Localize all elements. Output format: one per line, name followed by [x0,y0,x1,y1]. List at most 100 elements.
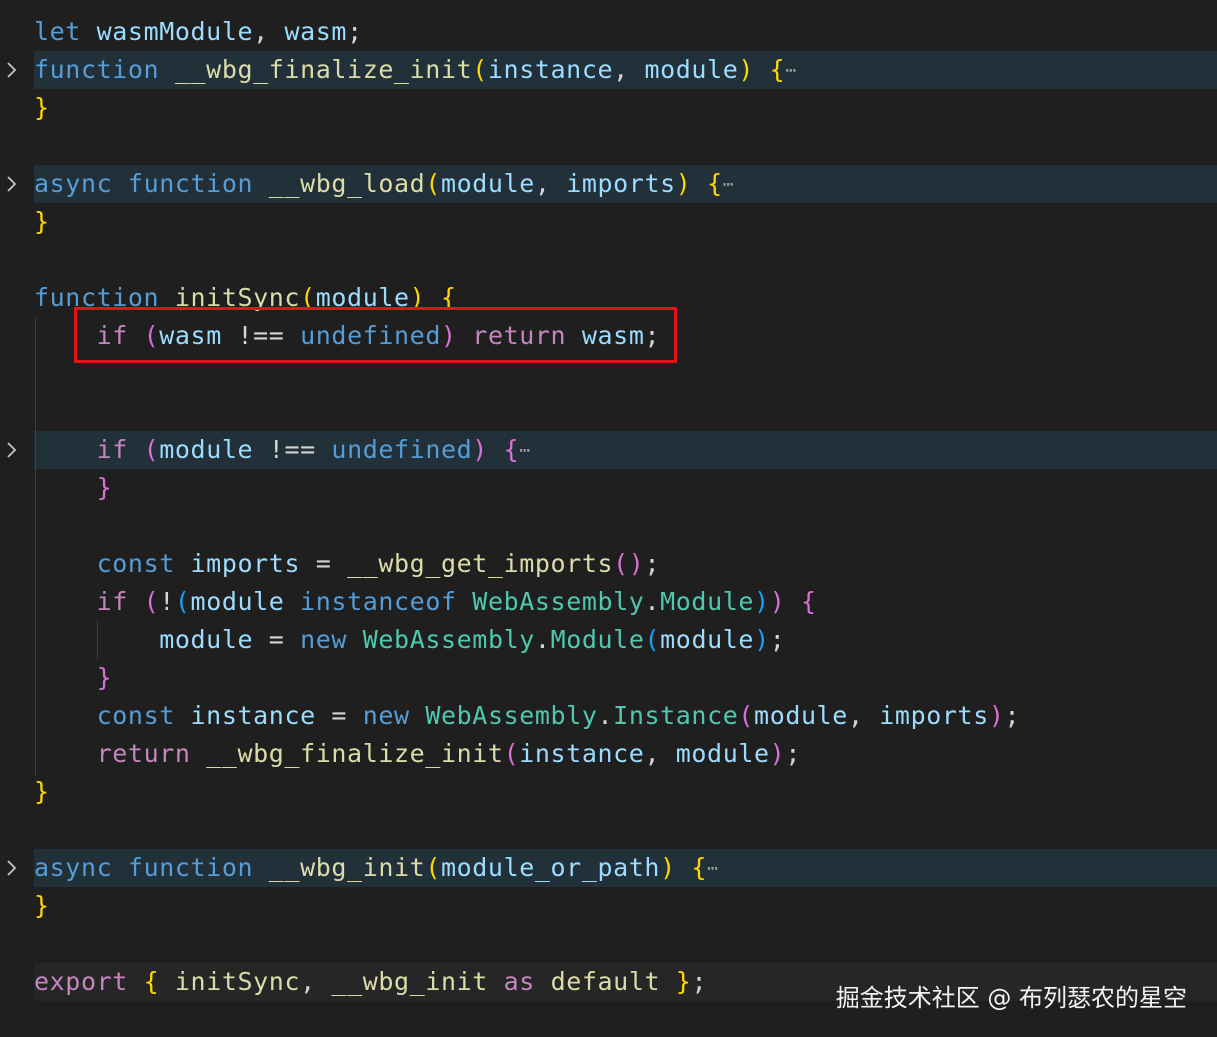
code-line[interactable]: if (!(module instanceof WebAssembly.Modu… [34,583,817,621]
code-token: __wbg_init [331,967,488,996]
code-token: async [34,853,113,882]
code-line[interactable]: } [34,203,50,241]
code-token: instance [519,739,645,768]
code-token: __wbg_get_imports [347,549,614,578]
code-token: ) [675,169,692,198]
code-line[interactable]: module = new WebAssembly.Module(module); [34,621,785,659]
code-token: , [253,17,285,46]
chevron-right-icon[interactable] [4,849,20,887]
code-token: module [159,435,254,464]
fold-ellipsis-icon[interactable]: ⋯ [519,440,531,461]
code-token: . [534,625,551,654]
code-token: { [691,853,708,882]
code-token: ( [503,739,520,768]
code-token: export [34,967,128,996]
code-token: ) [988,701,1005,730]
code-token: = [300,549,348,578]
code-token: return [96,739,191,768]
code-line[interactable]: return __wbg_finalize_init(instance, mod… [34,735,801,773]
code-token: function [127,169,254,198]
code-line[interactable]: export { initSync, __wbg_init as default… [34,963,707,1001]
code-token: { [707,169,723,198]
chevron-right-icon[interactable] [4,165,20,203]
fold-ellipsis-icon[interactable]: ⋯ [785,60,797,81]
code-line[interactable]: } [34,89,50,127]
code-token: WebAssembly [425,701,598,730]
chevron-right-icon[interactable] [4,51,20,89]
code-token: __wbg_finalize_init [174,55,473,84]
code-line[interactable]: async function __wbg_load(module, import… [34,165,735,203]
code-token: const [96,701,175,730]
code-token: WebAssembly [362,625,535,654]
chevron-right-icon[interactable] [4,431,20,469]
code-line[interactable]: const instance = new WebAssembly.Instanc… [34,697,1020,735]
code-token: async [34,169,113,198]
code-line[interactable]: } [34,887,50,925]
code-token: Module [550,625,645,654]
code-line[interactable]: function __wbg_finalize_init(instance, m… [34,51,797,89]
code-token: ( [644,625,661,654]
code-token: module [159,625,254,654]
code-line[interactable]: } [34,469,112,507]
code-token: } [34,891,50,920]
code-token: ( [425,853,441,882]
code-editor[interactable]: let wasmModule, wasm; function __wbg_fin… [0,0,1217,1037]
code-token: ; [785,739,801,768]
code-token: Instance [613,701,739,730]
code-token: } [675,967,692,996]
fold-ellipsis-icon[interactable]: ⋯ [723,174,735,195]
code-token: () [613,549,645,578]
fold-ellipsis-icon[interactable]: ⋯ [707,858,719,879]
code-token: ( [143,435,160,464]
code-line[interactable]: } [34,659,112,697]
code-token: ; [1004,701,1021,730]
code-token: __wbg_finalize_init [206,739,504,768]
code-line[interactable]: const imports = __wbg_get_imports(); [34,545,660,583]
code-line[interactable]: if (module !== undefined) {⋯ [34,431,531,469]
code-token: __wbg_init [268,853,426,882]
code-token: instanceof [300,587,457,616]
code-token: instance [487,55,614,84]
code-token: as [503,967,535,996]
code-token: WebAssembly [472,587,645,616]
code-token: ) [769,739,786,768]
code-token: ( [472,55,488,84]
code-token: ( [143,587,160,616]
code-token: instance [190,701,316,730]
code-token: new [362,701,410,730]
code-token: { [143,967,160,996]
code-token: , [534,169,567,198]
code-token: module [644,55,739,84]
code-line[interactable]: let wasmModule, wasm; [34,13,363,51]
code-line[interactable]: async function __wbg_init(module_or_path… [34,849,719,887]
code-token: function [127,853,254,882]
code-token: !== [253,435,332,464]
code-line[interactable]: } [34,773,50,811]
code-token: imports [190,549,301,578]
watermark-text: 掘金技术社区 @ 布列瑟农的星空 [835,984,1187,1012]
